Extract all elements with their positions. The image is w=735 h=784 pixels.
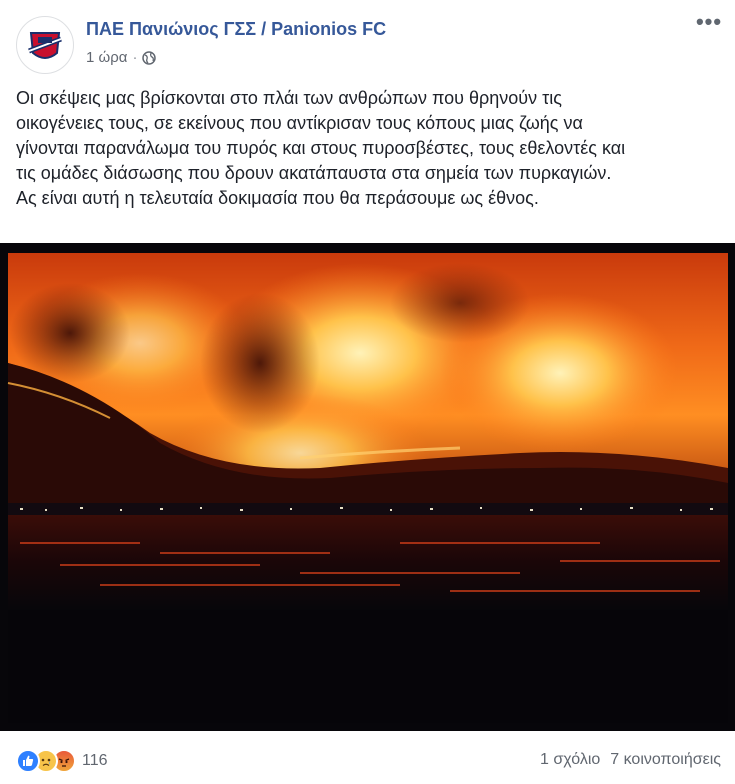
page-avatar[interactable] xyxy=(16,16,74,74)
page-name-link[interactable]: ΠΑΕ Πανιώνιος ΓΣΣ / Panionios FC xyxy=(86,19,386,40)
comments-count-link[interactable]: 1 σχόλιο xyxy=(540,751,600,769)
post-text-line: Οι σκέψεις μας βρίσκονται στο πλάι των α… xyxy=(16,88,562,108)
shares-count-link[interactable]: 7 κοινοποιήσεις xyxy=(610,751,721,769)
globe-icon[interactable] xyxy=(142,50,157,65)
post-timestamp[interactable]: 1 ώρα xyxy=(86,49,127,66)
post-meta: 1 ώρα · xyxy=(86,49,157,66)
post-stats: 1 σχόλιο 7 κοινοποιήσεις xyxy=(540,751,721,769)
reaction-count: 116 xyxy=(82,752,108,769)
post-text-line: οικογένειες τους, σε εκείνους που αντίκρ… xyxy=(16,113,583,133)
post-text-line: Ας είναι αυτή η τελευταία δοκιμασία που … xyxy=(16,188,539,208)
post-text-line: τις ομάδες διάσωσης που δρουν ακατάπαυστ… xyxy=(16,163,612,183)
like-icon xyxy=(16,749,40,773)
facebook-post: ΠΑΕ Πανιώνιος ΓΣΣ / Panionios FC 1 ώρα ·… xyxy=(0,0,735,784)
reactions-summary[interactable]: 116 xyxy=(16,749,108,773)
post-text-line: γίνονται παρανάλωμα του πυρός και στους … xyxy=(16,138,626,158)
wildfire-night-image xyxy=(0,243,735,731)
panionios-logo-icon xyxy=(18,18,72,72)
meta-separator: · xyxy=(132,49,138,66)
post-text: Οι σκέψεις μας βρίσκονται στο πλάι των α… xyxy=(16,86,721,211)
more-options-icon[interactable]: ••• xyxy=(695,11,723,34)
post-header: ΠΑΕ Πανιώνιος ΓΣΣ / Panionios FC 1 ώρα ·… xyxy=(0,0,735,84)
post-photo[interactable] xyxy=(0,243,735,731)
post-footer: 116 1 σχόλιο 7 κοινοποιήσεις xyxy=(0,738,735,784)
